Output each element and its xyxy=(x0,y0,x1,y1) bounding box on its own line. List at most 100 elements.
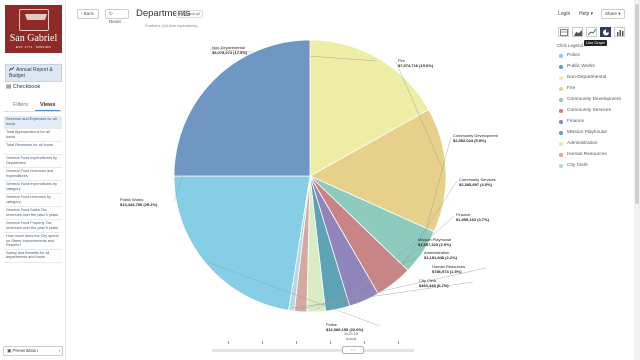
slice-label: Community Services $2,385,897 (4.5%) xyxy=(459,177,496,187)
year-label: 2015-16 Actual xyxy=(336,332,366,341)
view-item[interactable]: General Fund expenditures by Department xyxy=(4,155,62,168)
slice-label-value: $7,974,716 (15.0%) xyxy=(398,62,434,68)
view-item[interactable]: Total Appropriations for all funds xyxy=(4,129,62,142)
slice-label-value: $1,955,163 (3.7%) xyxy=(456,216,489,222)
nav-annual-report[interactable]: Annual Report & Budget xyxy=(5,64,62,82)
legend-item[interactable]: City Clerk xyxy=(559,163,621,174)
pie-chart-button[interactable] xyxy=(600,27,611,37)
legend-label: Community Services xyxy=(567,108,611,113)
view-item[interactable]: General Fund revenues by category xyxy=(4,194,62,207)
slice-label: City Clerk $363,448 (0.7%) xyxy=(419,278,449,288)
view-item[interactable]: Total Revenues for all funds xyxy=(4,142,62,155)
area-chart-button[interactable] xyxy=(572,27,583,37)
legend-item[interactable]: Police xyxy=(559,53,621,64)
presentation-button[interactable]: ▣ Presentation › xyxy=(3,346,63,356)
views-list: Revenue and Expenses for all funds Total … xyxy=(4,116,62,263)
view-item[interactable]: General Fund Sales Tax revenues over the… xyxy=(4,207,62,220)
legend-swatch xyxy=(559,131,563,135)
legend-label: Public Works xyxy=(567,64,595,69)
legend-item[interactable]: Fire xyxy=(559,86,621,97)
legend-item[interactable]: Administration xyxy=(559,141,621,152)
view-item[interactable]: Revenue and Expenses for all funds xyxy=(4,116,62,129)
legend-label: City Clerk xyxy=(567,163,588,168)
view-item[interactable]: General Fund Property Tax revenues over … xyxy=(4,220,62,233)
city-logo[interactable]: San Gabriel EST. 1771 · MISSION xyxy=(5,5,62,53)
line-graph-button[interactable] xyxy=(586,27,597,37)
slice-label-value: $9,078,074 (17.0%) xyxy=(212,49,248,55)
login-link[interactable]: Login xyxy=(558,11,570,17)
pie-chart-icon xyxy=(603,29,609,36)
legend-swatch xyxy=(559,164,563,168)
slice-label: Public Works $13,444,750 (25.2%) xyxy=(120,197,157,207)
back-button[interactable]: ‹ Back xyxy=(77,9,99,19)
legend-swatch xyxy=(559,65,563,69)
toolbar: ‹ Back ↻ Reset Departments ▾ Expand all … xyxy=(68,0,640,28)
slice-label-value: $786,974 (1.5%) xyxy=(432,268,462,274)
legend-title: Click Legend... xyxy=(557,43,587,48)
view-item[interactable]: General Fund revenues and expenditures xyxy=(4,168,62,181)
share-button[interactable]: Share ▾ xyxy=(601,9,625,19)
reset-button[interactable]: ↻ Reset xyxy=(105,9,129,24)
year-slider-thumb[interactable]: ‹ › xyxy=(342,346,364,354)
legend-item[interactable]: Mission Playhouse xyxy=(559,130,621,141)
legend-label: Mission Playhouse xyxy=(567,130,607,135)
bar-chart-button[interactable] xyxy=(614,27,625,37)
help-menu[interactable]: Help ▾ xyxy=(579,11,593,17)
nav-annual-report-label: Annual Report & Budget xyxy=(9,67,53,79)
legend-swatch xyxy=(559,120,563,124)
checkbook-icon: ▤ xyxy=(6,84,13,90)
pie-chart-svg xyxy=(173,39,487,327)
tab-divider xyxy=(4,111,62,112)
slice-label: Human Resources $786,974 (1.5%) xyxy=(432,264,465,274)
view-item[interactable]: How much does the City spend on Street I… xyxy=(4,233,62,250)
legend-label: Police xyxy=(567,53,581,58)
legend-item[interactable]: Community Services xyxy=(559,108,621,119)
slice-label-value: $1,181,848 (2.2%) xyxy=(424,254,457,260)
slider-tick xyxy=(398,341,399,344)
bar-chart-icon xyxy=(617,30,624,36)
legend-swatch xyxy=(559,98,563,102)
slider-tick xyxy=(364,341,365,344)
legend-label: Non-Departmental xyxy=(567,75,607,80)
page-scrollbar[interactable] xyxy=(634,0,640,360)
sidebar-tabs: Filters Views xyxy=(4,101,62,112)
chart-legend: Police Public Works Non-Departmental Fire Co… xyxy=(559,53,621,174)
pie-chart: Non-Departmental $9,078,074 (17.0%) Fire $7… xyxy=(100,26,520,336)
presentation-label: Presentation xyxy=(12,348,38,353)
legend-item[interactable]: Public Works xyxy=(559,64,621,75)
chart-type-tooltip: Line Graph xyxy=(584,40,607,46)
legend-item[interactable]: Community Development xyxy=(559,97,621,108)
slider-tick xyxy=(262,341,263,344)
slice-label: Finance $1,955,163 (3.7%) xyxy=(456,212,489,222)
legend-swatch xyxy=(559,54,563,58)
pie-slice[interactable] xyxy=(173,175,311,311)
legend-label: Human Resources xyxy=(567,152,607,157)
chart-line-icon xyxy=(8,66,15,72)
scrollbar-thumb[interactable] xyxy=(635,4,639,204)
legend-item[interactable]: Non-Departmental xyxy=(559,75,621,86)
slice-label-value: $2,385,897 (4.5%) xyxy=(459,181,492,187)
logo-subtitle: EST. 1771 · MISSION xyxy=(16,45,51,49)
view-item[interactable]: Salary and Benefits for all departments … xyxy=(4,250,62,263)
city-seal-icon xyxy=(18,9,49,31)
year-slider-track[interactable] xyxy=(212,349,414,352)
nav-checkbook[interactable]: ▤ Checkbook xyxy=(6,84,40,90)
legend-item[interactable]: Finance xyxy=(559,119,621,130)
slice-label: Community Development $2,952,024 (5.5%) xyxy=(453,133,498,143)
slice-label-value: $363,448 (0.7%) xyxy=(419,282,449,288)
legend-label: Finance xyxy=(567,119,585,124)
sidebar: San Gabriel EST. 1771 · MISSION Annual R… xyxy=(0,0,66,360)
pie-slice[interactable] xyxy=(173,39,311,177)
tab-views[interactable]: Views xyxy=(40,102,56,108)
view-item[interactable]: General Fund expenditures by category xyxy=(4,181,62,194)
tab-filters[interactable]: Filters xyxy=(13,102,28,108)
chevron-right-icon: › xyxy=(58,348,61,353)
legend-item[interactable]: Human Resources xyxy=(559,152,621,163)
legend-label: Fire xyxy=(567,86,576,91)
slice-label: Administration $1,181,848 (2.2%) xyxy=(424,250,457,260)
table-view-button[interactable] xyxy=(558,27,569,37)
legend-swatch xyxy=(559,87,563,91)
expand-all-button[interactable]: ▾ Expand all xyxy=(176,10,203,18)
logo-name: San Gabriel xyxy=(9,33,58,44)
legend-swatch xyxy=(559,76,563,80)
